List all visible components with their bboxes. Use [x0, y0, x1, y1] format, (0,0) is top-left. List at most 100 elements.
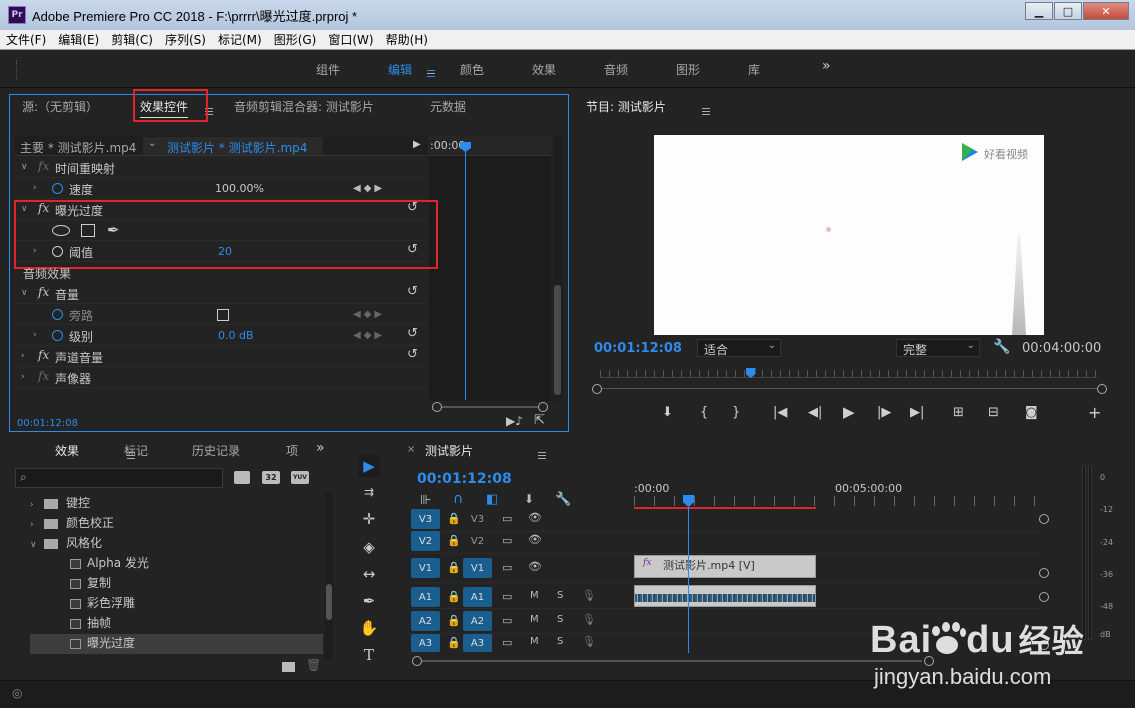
mute-button[interactable]: M: [530, 614, 539, 625]
vscroll-mid-handle[interactable]: [1039, 568, 1049, 578]
menu-graphics[interactable]: 图形(G): [268, 31, 323, 48]
timeline-title[interactable]: 测试影片: [425, 442, 473, 459]
reset-icon[interactable]: ↺: [407, 326, 418, 341]
add-button-icon[interactable]: +: [1088, 403, 1101, 422]
nest-icon[interactable]: ⊪: [420, 493, 431, 508]
menu-help[interactable]: 帮助(H): [380, 31, 434, 48]
menu-window[interactable]: 窗口(W): [322, 31, 379, 48]
workspace-effects[interactable]: 效果: [532, 61, 556, 78]
program-scrubber[interactable]: [592, 384, 1107, 394]
wrench-icon[interactable]: 🔧: [993, 339, 1010, 355]
effects-scrollbar[interactable]: [325, 492, 333, 660]
selection-tool-icon[interactable]: ▶: [358, 455, 380, 477]
tab-items[interactable]: 项: [286, 442, 298, 459]
new-folder-icon[interactable]: [282, 662, 295, 672]
tab-history[interactable]: 历史记录: [192, 442, 240, 459]
step-forward-icon[interactable]: |▶: [877, 405, 891, 420]
track-a2[interactable]: A2 🔒 A2 ▭ M S 🎙: [410, 610, 1040, 634]
microphone-icon[interactable]: 🎙: [582, 589, 596, 602]
tab-audio-mixer[interactable]: 音频剪辑混合器: 测试影片: [234, 98, 374, 115]
add-marker-icon[interactable]: ⬇: [662, 405, 673, 420]
timeline-timecode[interactable]: 00:01:12:08: [417, 471, 512, 487]
source-patch-v2[interactable]: V2: [411, 531, 440, 551]
tree-effect-alpha-glow[interactable]: Alpha 发光: [30, 554, 323, 574]
camera-icon[interactable]: ◙: [1025, 405, 1038, 420]
lock-icon[interactable]: 🔒: [447, 561, 461, 574]
track-v3[interactable]: V3 🔒 V3 ▭ 👁: [410, 508, 1040, 532]
track-target-v3[interactable]: V3: [463, 509, 492, 529]
add-marker-icon[interactable]: ⬇: [524, 492, 534, 506]
collapse-icon[interactable]: ∨: [21, 288, 28, 298]
pen-tool-icon[interactable]: ✒: [358, 590, 380, 612]
fx-icon[interactable]: fx: [38, 348, 49, 362]
hand-tool-icon[interactable]: ✋: [358, 617, 380, 639]
sync-lock-icon[interactable]: ▭: [502, 614, 512, 627]
ripple-edit-tool-icon[interactable]: ✛: [358, 508, 380, 530]
sync-lock-icon[interactable]: ▭: [502, 561, 512, 574]
slip-tool-icon[interactable]: ↔: [358, 563, 380, 585]
menu-file[interactable]: 文件(F): [0, 31, 52, 48]
workspace-assembly[interactable]: 组件: [316, 61, 340, 78]
reset-icon[interactable]: ↺: [407, 284, 418, 299]
effects-overflow-icon[interactable]: »: [316, 440, 325, 456]
type-tool-icon[interactable]: T: [358, 644, 380, 666]
tree-folder-keying[interactable]: › 键控: [30, 494, 323, 514]
microphone-icon[interactable]: 🎙: [582, 613, 596, 626]
tree-effect-solarize[interactable]: 曝光过度: [30, 634, 323, 654]
mute-button[interactable]: M: [530, 590, 539, 601]
menu-clip[interactable]: 剪辑(C): [105, 31, 159, 48]
source-patch-v3[interactable]: V3: [411, 509, 440, 529]
lock-icon[interactable]: 🔒: [447, 534, 461, 547]
tree-effect-replicate[interactable]: 复制: [30, 574, 323, 594]
vscroll-top-handle[interactable]: [1039, 514, 1049, 524]
stopwatch-icon[interactable]: [52, 330, 63, 341]
quality-dropdown[interactable]: 完整 ⌄: [896, 339, 980, 357]
timeline-hscroll[interactable]: [412, 656, 1032, 666]
maximize-icon[interactable]: □: [1054, 2, 1082, 20]
source-patch-a2[interactable]: A2: [411, 611, 440, 631]
tree-effect-posterize-time[interactable]: 抽帧: [30, 614, 323, 634]
solo-button[interactable]: S: [557, 614, 563, 625]
workspace-menu-icon[interactable]: [427, 70, 435, 77]
keyframe-nav-icon[interactable]: ◀◆▶: [353, 183, 385, 194]
workspace-graphics[interactable]: 图形: [676, 61, 700, 78]
eye-icon[interactable]: 👁: [528, 560, 542, 573]
expand-icon[interactable]: ›: [21, 372, 25, 382]
export-icon[interactable]: ⇱: [534, 413, 545, 428]
lock-icon[interactable]: 🔒: [447, 590, 461, 603]
sync-lock-icon[interactable]: ▭: [502, 534, 512, 547]
program-menu-icon[interactable]: [701, 108, 710, 115]
solo-button[interactable]: S: [557, 636, 563, 647]
tab-markers[interactable]: 标记: [124, 442, 148, 459]
source-patch-a1[interactable]: A1: [411, 587, 440, 607]
fx-icon[interactable]: fx: [38, 285, 49, 299]
menu-sequence[interactable]: 序列(S): [159, 31, 212, 48]
level-value[interactable]: 0.0 dB: [218, 329, 254, 342]
keyframe-nav-icon[interactable]: ◀◆▶: [353, 309, 385, 320]
yuv-effects-icon[interactable]: YUV: [291, 471, 309, 484]
effect-controls-timecode[interactable]: 00:01:12:08: [17, 418, 78, 429]
sync-lock-icon[interactable]: ▭: [502, 512, 512, 525]
snap-icon[interactable]: ∩: [453, 491, 463, 507]
vscroll-bottom-handle[interactable]: [1039, 640, 1049, 650]
workspace-color[interactable]: 颜色: [460, 61, 484, 78]
reset-icon[interactable]: ↺: [407, 347, 418, 362]
lock-icon[interactable]: 🔒: [447, 614, 461, 627]
play-audio-icon[interactable]: ▶♪: [506, 414, 523, 428]
speed-value[interactable]: 100.00%: [215, 182, 264, 195]
program-timecode[interactable]: 00:01:12:08: [594, 341, 682, 356]
mark-out-icon[interactable]: }: [732, 405, 740, 420]
track-select-tool-icon[interactable]: ⇉: [358, 481, 380, 503]
delete-icon[interactable]: 🗑: [306, 658, 321, 672]
stopwatch-icon[interactable]: [52, 309, 63, 320]
play-icon[interactable]: ▶: [843, 403, 855, 421]
clip-fx-badge[interactable]: fx: [643, 558, 651, 568]
effect-timeline-area[interactable]: [429, 136, 551, 401]
eye-icon[interactable]: 👁: [528, 511, 542, 524]
microphone-icon[interactable]: 🎙: [582, 635, 596, 648]
tree-folder-color-correction[interactable]: › 颜色校正: [30, 514, 323, 534]
play-only-icon[interactable]: ▶: [413, 139, 421, 150]
workspace-audio[interactable]: 音频: [604, 61, 628, 78]
track-target-a1[interactable]: A1: [463, 587, 492, 607]
lift-icon[interactable]: ⊞: [953, 405, 964, 420]
